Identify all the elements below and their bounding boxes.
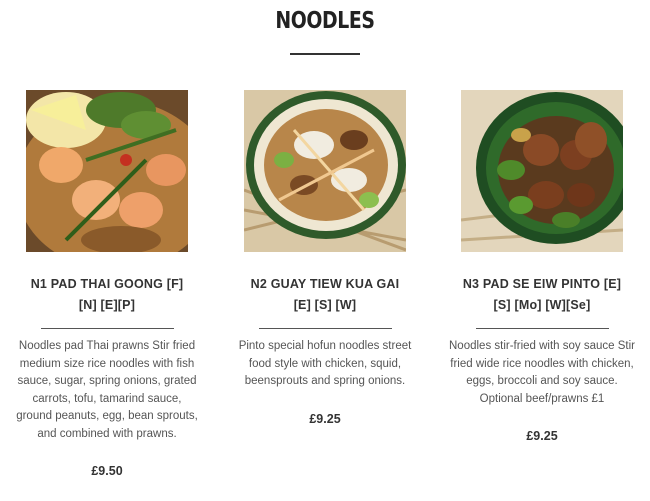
item-description: Noodles pad Thai prawns Stir fried mediu… [16, 340, 198, 440]
item-name-line: N2 GUAY TIEW KUA GAI [250, 277, 400, 291]
title-divider [290, 53, 360, 55]
section-title: NOODLES [275, 8, 375, 34]
item-name-line: [N] [E][P] [78, 298, 136, 312]
pad-thai-photo [26, 90, 188, 252]
item-price: £9.50 [91, 464, 123, 478]
item-name-line: N3 PAD SE EIW PINTO [E] [462, 277, 622, 291]
guay-tiew-photo [244, 90, 406, 252]
pad-se-eiw-photo [461, 90, 623, 252]
menu-item-card: N3 PAD SE EIW PINTO [E] [S] [Mo] [W][Se]… [447, 90, 637, 443]
menu-item-card: N1 PAD THAI GOONG [F] [N] [E][P] Noodles… [12, 90, 202, 478]
item-divider [40, 328, 174, 329]
item-description: Pinto special hofun noodles street food … [238, 340, 412, 387]
menu-item-card: N2 GUAY TIEW KUA GAI [E] [S] [W] Pinto s… [230, 90, 420, 426]
item-name-line: N1 PAD THAI GOONG [F] [30, 277, 184, 291]
item-price: £9.25 [526, 429, 558, 443]
item-divider [475, 328, 609, 329]
item-name-line: [S] [Mo] [W][Se] [493, 298, 591, 312]
item-price: £9.25 [309, 411, 341, 426]
item-divider [258, 328, 392, 329]
item-name-line: [E] [S] [W] [293, 298, 357, 312]
item-description: Noodles stir-fried with soy sauce Stir f… [449, 340, 635, 405]
